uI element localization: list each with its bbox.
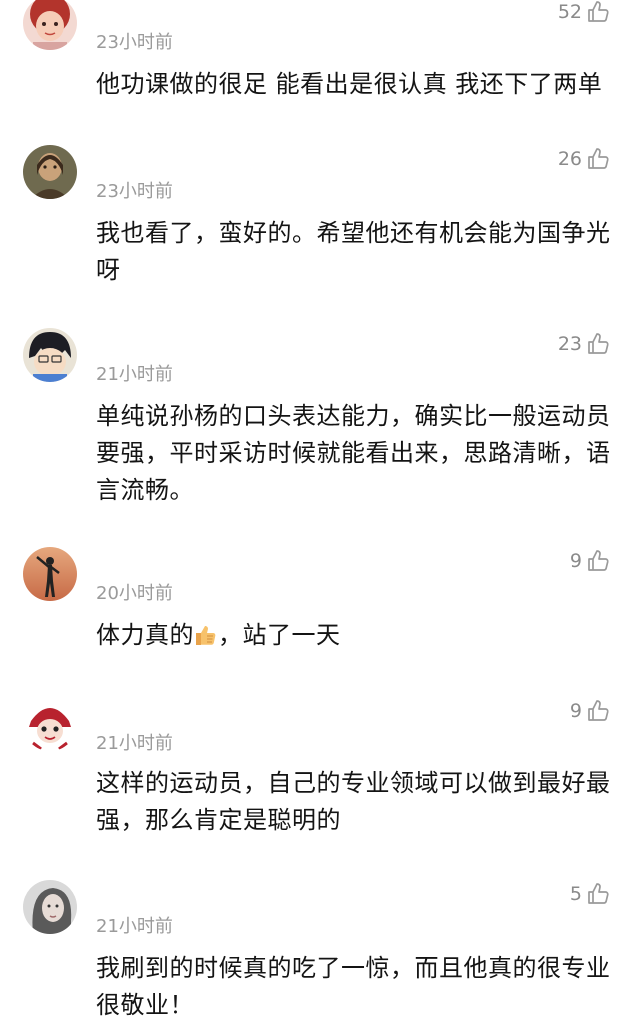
like-count: 23: [557, 333, 582, 355]
painting-portrait-avatar[interactable]: [23, 145, 77, 199]
comment-text: 单纯说孙杨的口头表达能力，确实比一般运动员要强，平时采访时候就能看出来，思路清晰…: [96, 402, 611, 504]
thumbs-up-icon: [588, 883, 609, 904]
thumbs-up-icon: [588, 1, 609, 22]
thumbs-up-icon: [588, 700, 609, 721]
comment-list: 23小时前 52 他功课做的很足 能看出是很认真 我还下了两单 23小时前 26: [0, 0, 640, 1019]
silhouette-sunset-avatar[interactable]: [23, 547, 77, 601]
like-button[interactable]: 52: [558, 0, 610, 26]
like-count: 26: [557, 148, 582, 170]
comment-text-part: ，站了一天: [218, 621, 341, 649]
thumbs-up-icon: [588, 550, 609, 571]
comment-text: 这样的运动员，自己的专业领域可以做到最好最强，那么肯定是聪明的: [96, 769, 611, 834]
comment-time: 21小时前: [96, 916, 173, 937]
like-count: 9: [569, 700, 582, 722]
like-button[interactable]: 23: [558, 330, 610, 358]
like-count: 5: [569, 883, 582, 905]
comment-text-part: 体力真的: [96, 621, 194, 649]
like-button[interactable]: 9: [570, 547, 610, 575]
comment-text: 我也看了，蛮好的。希望他还有机会能为国争光呀: [96, 219, 611, 284]
like-count: 52: [557, 1, 582, 23]
comment-time: 20小时前: [96, 583, 173, 604]
comment-time: 21小时前: [96, 364, 173, 385]
comment-time: 23小时前: [96, 181, 173, 202]
like-button[interactable]: 9: [570, 697, 610, 725]
thumbs-up-emoji-icon: [196, 626, 216, 645]
like-count: 9: [569, 550, 582, 572]
comment-time: 23小时前: [96, 32, 173, 53]
cartoon-boy-avatar[interactable]: [23, 328, 77, 382]
grey-portrait-avatar[interactable]: [23, 880, 77, 934]
comment-text: 体力真的 ，站了一天: [96, 617, 616, 654]
comment-text: 他功课做的很足 能看出是很认真 我还下了两单: [96, 70, 603, 98]
comment-time: 21小时前: [96, 733, 173, 754]
thumbs-up-icon: [588, 148, 609, 169]
thumbs-up-icon: [588, 333, 609, 354]
comment-text: 我刷到的时候真的吃了一惊，而且他真的很专业很敬业！: [96, 954, 611, 1019]
girl-red-hair-avatar[interactable]: [23, 0, 77, 50]
like-button[interactable]: 5: [570, 880, 610, 908]
cartoon-red-hat-avatar[interactable]: [23, 697, 77, 751]
like-button[interactable]: 26: [558, 145, 610, 173]
